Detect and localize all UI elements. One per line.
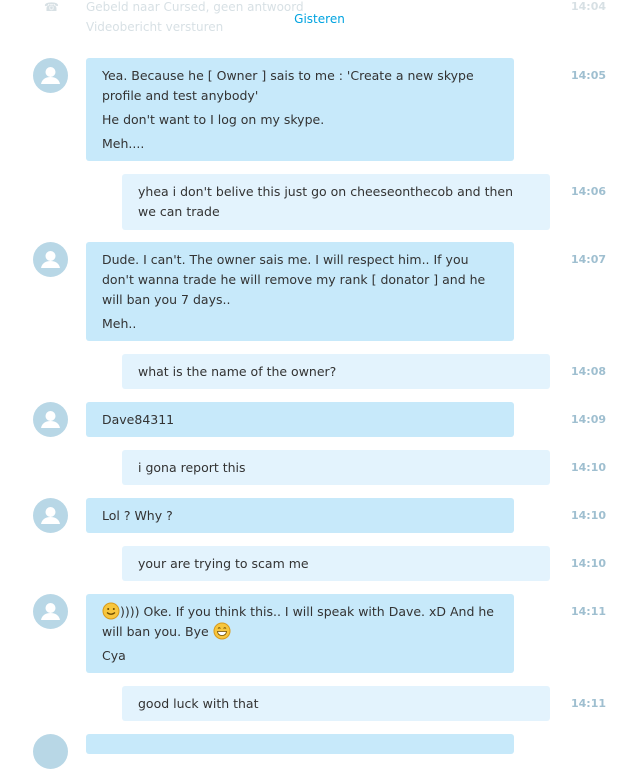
message-timestamp: 14:11 [571, 605, 607, 618]
contact-avatar-icon[interactable] [33, 594, 68, 629]
message-bubble-outgoing[interactable]: good luck with that [122, 686, 550, 721]
message-text: He don't want to I log on my skype. [102, 112, 325, 127]
message-text: good luck with that [138, 696, 259, 711]
message-text: i gona report this [138, 460, 246, 475]
message-timestamp: 14:11 [571, 697, 607, 710]
message-timestamp: 14:08 [571, 365, 607, 378]
smile-emoji-icon [102, 602, 120, 620]
message-bubble-incoming[interactable] [86, 734, 514, 754]
message-timestamp: 14:10 [571, 557, 607, 570]
message-timestamp: 14:09 [571, 413, 607, 426]
message-text: your are trying to scam me [138, 556, 309, 571]
contact-avatar-icon[interactable] [33, 58, 68, 93]
message-text: Meh.. [102, 316, 137, 331]
grin-emoji-icon [213, 622, 231, 640]
message-timestamp: 14:10 [571, 461, 607, 474]
contact-avatar-icon[interactable] [33, 734, 68, 769]
contact-avatar-icon[interactable] [33, 242, 68, 277]
contact-avatar-icon[interactable] [33, 402, 68, 437]
message-text: )))) Oke. If you think this.. I will spe… [102, 604, 494, 639]
message-text: Lol ? Why ? [102, 508, 173, 523]
message-bubble-incoming[interactable]: Dude. I can't. The owner sais me. I will… [86, 242, 514, 341]
contact-avatar-icon[interactable] [33, 498, 68, 533]
message-timestamp: 14:10 [571, 509, 607, 522]
message-bubble-incoming[interactable]: Yea. Because he [ Owner ] sais to me : '… [86, 58, 514, 161]
message-bubble-outgoing[interactable]: yhea i don't belive this just go on chee… [122, 174, 550, 230]
message-text: Meh.... [102, 136, 145, 151]
message-timestamp: 14:07 [571, 253, 607, 266]
message-text: Cya [102, 648, 126, 663]
day-separator: Gisteren [294, 12, 345, 26]
message-text: Yea. Because he [ Owner ] sais to me : '… [102, 68, 474, 103]
message-text: what is the name of the owner? [138, 364, 337, 379]
message-bubble-incoming[interactable]: Dave84311 [86, 402, 514, 437]
message-text: yhea i don't belive this just go on chee… [138, 184, 514, 219]
message-timestamp: 14:05 [571, 69, 607, 82]
message-timestamp: 14:06 [571, 185, 607, 198]
message-text: Dude. I can't. The owner sais me. I will… [102, 252, 486, 307]
message-bubble-incoming[interactable]: Lol ? Why ? [86, 498, 514, 533]
message-bubble-outgoing[interactable]: your are trying to scam me [122, 546, 550, 581]
message-bubble-outgoing[interactable]: what is the name of the owner? [122, 354, 550, 389]
message-text: Dave84311 [102, 412, 175, 427]
message-bubble-incoming[interactable]: )))) Oke. If you think this.. I will spe… [86, 594, 514, 673]
message-bubble-outgoing[interactable]: i gona report this [122, 450, 550, 485]
